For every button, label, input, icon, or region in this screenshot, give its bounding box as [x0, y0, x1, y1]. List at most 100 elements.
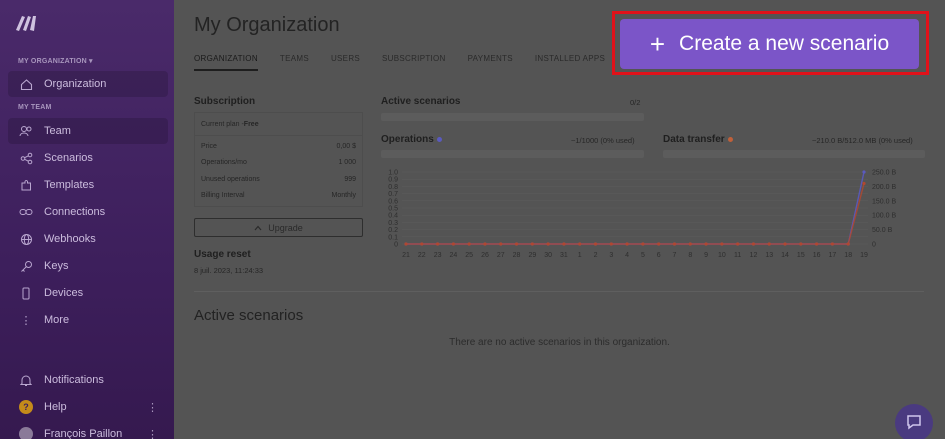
data-transfer-point: [625, 242, 629, 246]
y-tick-label-left: 0.2: [388, 227, 398, 234]
operations-bar: [381, 150, 644, 158]
data-transfer-series-line: [406, 183, 865, 245]
sidebar-item-scenarios[interactable]: Scenarios: [8, 145, 168, 171]
data-transfer-heading: Data transfer: [663, 134, 733, 145]
y-tick-label-left: 0.7: [388, 191, 398, 198]
y-tick-label-right: 0: [872, 242, 876, 249]
sidebar-item-user[interactable]: François Paillon ⋮: [8, 421, 168, 439]
price-row: Price 0,00 $: [201, 143, 356, 150]
x-tick-label: 29: [528, 252, 536, 259]
section-divider: [194, 291, 924, 292]
more-icon: ⋮: [20, 314, 32, 327]
sidebar-item-team[interactable]: Team: [8, 118, 168, 144]
row-label: Operations/mo: [201, 159, 247, 166]
sidebar-item-label: Team: [44, 125, 71, 137]
row-label: Billing Interval: [201, 192, 245, 199]
row-value: 999: [344, 176, 356, 183]
subscription-heading: Subscription: [194, 96, 256, 107]
key-icon: [18, 258, 34, 274]
sidebar-item-webhooks[interactable]: Webhooks: [8, 226, 168, 252]
x-tick-label: 8: [688, 252, 692, 259]
avatar: [19, 427, 33, 439]
data-transfer-point: [435, 242, 440, 246]
x-tick-label: 22: [418, 252, 426, 259]
sidebar-item-label: More: [44, 314, 70, 326]
upgrade-button[interactable]: Upgrade: [194, 218, 363, 237]
x-tick-label: 26: [481, 252, 489, 259]
sidebar-item-organization[interactable]: Organization: [8, 71, 168, 97]
main-content: My Organization ORGANIZATION TEAMS USERS…: [174, 0, 945, 439]
sidebar-item-label: Keys: [44, 260, 69, 272]
row-label: Unused operations: [201, 176, 260, 183]
make-logo[interactable]: [14, 14, 38, 32]
data-transfer-point: [830, 242, 835, 246]
sidebar-item-label: Scenarios: [44, 152, 93, 164]
link-icon: [18, 204, 34, 220]
bell-icon: [18, 372, 34, 388]
sidebar-item-keys[interactable]: Keys: [8, 253, 168, 279]
data-transfer-point: [672, 242, 677, 246]
help-menu-icon[interactable]: ⋮: [147, 401, 158, 414]
support-chat-button[interactable]: [895, 404, 933, 439]
tab-installed-apps[interactable]: INSTALLED APPS: [535, 54, 605, 71]
data-transfer-point: [783, 242, 787, 246]
data-transfer-point: [736, 242, 740, 246]
data-transfer-point: [688, 242, 692, 246]
y-tick-label-left: 1.0: [388, 170, 398, 177]
x-tick-label: 11: [734, 252, 741, 259]
x-tick-label: 27: [497, 252, 505, 259]
user-menu-icon[interactable]: ⋮: [147, 428, 158, 439]
x-tick-label: 28: [513, 252, 521, 259]
row-value: 1 000: [338, 159, 356, 166]
x-tick-label: 31: [560, 252, 568, 259]
data-transfer-point: [562, 242, 566, 246]
row-value: 0,00 $: [336, 143, 356, 150]
tab-organization[interactable]: ORGANIZATION: [194, 54, 258, 71]
data-transfer-point: [767, 242, 771, 246]
sidebar-item-notifications[interactable]: Notifications: [8, 367, 168, 393]
x-tick-label: 18: [844, 252, 852, 259]
sidebar-item-templates[interactable]: Templates: [8, 172, 168, 198]
data-transfer-point: [815, 242, 819, 246]
x-tick-label: 25: [465, 252, 473, 259]
x-tick-label: 24: [449, 252, 457, 259]
x-tick-label: 5: [641, 252, 645, 259]
data-transfer-usage: ~210.0 B/512.0 MB (0% used): [812, 136, 913, 145]
data-transfer-point: [799, 242, 803, 246]
x-tick-label: 3: [609, 252, 613, 259]
sidebar-item-label: Help: [44, 401, 67, 413]
y-tick-label-left: 0.3: [388, 220, 398, 227]
x-tick-label: 21: [402, 252, 410, 259]
y-tick-label-right: 100.0 B: [872, 213, 896, 220]
data-transfer-point: [467, 242, 471, 246]
sidebar-item-devices[interactable]: Devices: [8, 280, 168, 306]
data-transfer-point: [657, 242, 661, 246]
user-name: François Paillon: [44, 428, 123, 439]
unused-operations-row: Unused operations 999: [201, 176, 356, 183]
operations-label: Operations: [381, 134, 434, 145]
highlight-box: [612, 11, 929, 75]
tab-payments[interactable]: PAYMENTS: [468, 54, 513, 71]
data-transfer-point: [641, 242, 645, 246]
sidebar-item-connections[interactable]: Connections: [8, 199, 168, 225]
x-tick-label: 15: [797, 252, 805, 259]
x-tick-label: 9: [704, 252, 708, 259]
tab-teams[interactable]: TEAMS: [280, 54, 309, 71]
data-transfer-point: [704, 242, 708, 246]
billing-interval-row: Billing Interval Monthly: [201, 192, 356, 199]
data-transfer-bar: [663, 150, 925, 158]
tab-users[interactable]: USERS: [331, 54, 360, 71]
sidebar-item-more[interactable]: ⋮ More: [8, 307, 168, 333]
y-tick-label-left: 0.9: [388, 177, 398, 184]
row-label: Price: [201, 143, 217, 150]
tab-subscription[interactable]: SUBSCRIPTION: [382, 54, 446, 71]
active-scenarios-stat-value: 0/2: [630, 98, 641, 107]
sidebar-item-label: Devices: [44, 287, 84, 299]
y-tick-label-right: 50.0 B: [872, 227, 893, 234]
sidebar-item-label: Templates: [44, 179, 95, 191]
y-tick-label-right: 200.0 B: [872, 184, 896, 191]
current-plan-row: Current plan - Free: [201, 121, 356, 128]
current-plan-label: Current plan -: [201, 121, 244, 128]
sidebar-item-help[interactable]: ? Help ⋮: [8, 394, 168, 420]
org-switcher[interactable]: MY ORGANIZATION ▾: [18, 57, 93, 65]
